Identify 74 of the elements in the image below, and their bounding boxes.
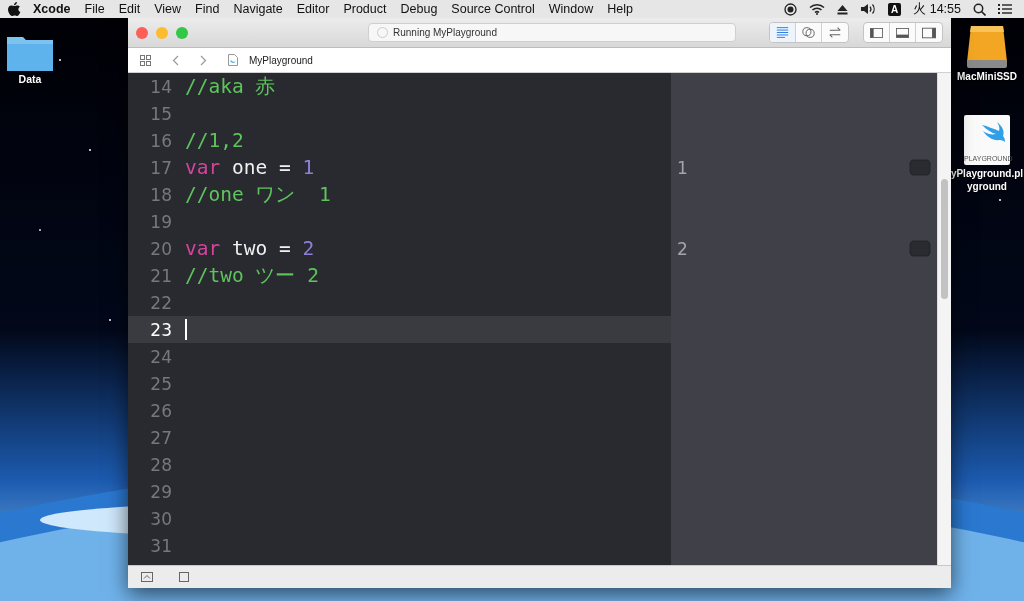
back-chevron-icon[interactable] (172, 54, 179, 66)
line-number: 22 (149, 292, 173, 313)
line-number: 31 (149, 535, 173, 556)
code-editor[interactable]: 14 //aka 赤 15 16 //1,2 17 var one = 1 18 //one ワン 1 19 20 var two = 2 21 //two ツー 2 22 23 24 25 26 27 28 29 30 31 (128, 73, 671, 565)
code-text: one = (230, 156, 292, 179)
code-keyword: var (185, 156, 221, 179)
line-number: 25 (149, 373, 173, 394)
code-keyword: var (185, 237, 221, 260)
menu-item[interactable]: Source Control (444, 2, 542, 16)
menu-item[interactable]: Editor (289, 2, 337, 16)
menu-item[interactable]: Help (600, 2, 640, 16)
code-number: 2 (302, 237, 315, 260)
code-text: two = (230, 237, 292, 260)
search-icon[interactable] (973, 2, 986, 16)
debug-area-toggle-icon (896, 26, 909, 39)
swift-bird-icon (980, 121, 1006, 143)
line-number: 28 (149, 454, 173, 475)
version-editor-icon (828, 25, 842, 40)
line-number: 17 (149, 157, 173, 178)
list-icon[interactable] (998, 3, 1012, 15)
menu-item[interactable]: Xcode (33, 2, 78, 16)
line-number: 26 (149, 400, 173, 421)
line-number: 21 (149, 265, 173, 286)
desktop-icon-label[interactable]: MacMiniSSD (957, 70, 1017, 83)
volume-icon[interactable] (860, 3, 877, 15)
close-button[interactable] (136, 26, 148, 39)
playground-file-icon (228, 54, 238, 66)
assistant-editor-icon (802, 25, 815, 40)
forward-chevron-icon[interactable] (200, 54, 207, 66)
menu-clock[interactable]: 火 14:55 (913, 0, 961, 18)
menu-item[interactable]: View (147, 2, 189, 16)
menu-item[interactable]: Edit (111, 2, 148, 16)
utilities-toggle-icon (922, 26, 936, 39)
line-number: 16 (149, 130, 173, 151)
desktop-icon-label[interactable]: yPlayground.pl yground (950, 167, 1024, 193)
wifi-icon[interactable] (809, 3, 826, 15)
menu-item[interactable]: Navigate (226, 2, 290, 16)
menu-item[interactable]: Window (541, 2, 601, 16)
input-source-indicator[interactable]: A (888, 2, 902, 16)
code-comment: //1,2 (185, 129, 244, 152)
eject-icon[interactable] (837, 3, 849, 15)
text-cursor (185, 319, 187, 340)
show-debug-area-icon[interactable] (141, 572, 153, 582)
line-number: 30 (149, 508, 173, 529)
apple-icon[interactable] (8, 2, 21, 16)
result-value: 1 (677, 157, 689, 178)
stop-icon[interactable] (179, 572, 189, 582)
navigator-toggle-icon (870, 26, 883, 39)
line-number: 15 (149, 103, 173, 124)
menu-item[interactable]: Debug (393, 2, 445, 16)
line-number: 27 (149, 427, 173, 448)
menu-item[interactable]: File (77, 2, 112, 16)
breadcrumb-item[interactable]: MyPlayground (222, 54, 313, 66)
line-number: 24 (149, 346, 173, 367)
code-comment: //two ツー 2 (185, 263, 319, 289)
desktop-icon-label[interactable]: Data (18, 73, 42, 86)
code-comment: //aka 赤 (185, 74, 276, 100)
result-value: 2 (677, 238, 689, 259)
line-number: 14 (149, 76, 173, 97)
record-icon[interactable] (784, 2, 798, 16)
standard-editor-icon (776, 25, 789, 40)
line-number: 29 (149, 481, 173, 502)
code-comment: //one ワン 1 (185, 182, 331, 208)
line-number: 20 (149, 238, 173, 259)
line-number: 18 (149, 184, 173, 205)
code-number: 1 (302, 156, 315, 179)
line-number: 19 (149, 211, 173, 232)
menu-item[interactable]: Product (336, 2, 394, 16)
scrollbar-thumb[interactable] (941, 179, 948, 299)
editor-mode-button[interactable] (770, 23, 796, 42)
line-number: 23 (149, 319, 173, 340)
menu-item[interactable]: Find (188, 2, 227, 16)
grid-icon[interactable] (140, 54, 151, 66)
activity-viewer: Running MyPlayground (368, 23, 736, 42)
